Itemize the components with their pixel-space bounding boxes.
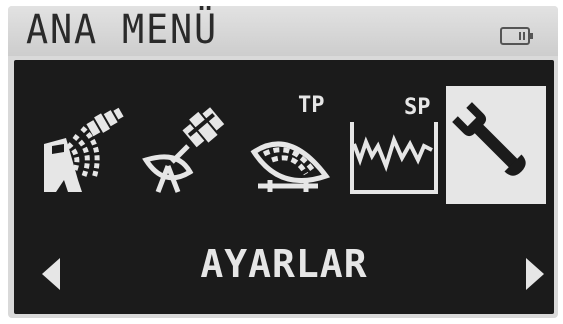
lcd-screen: ANA MENÜ TP SP AYARLAR (8, 6, 558, 318)
sp-badge-label: SP (404, 95, 431, 120)
wrench-icon (452, 102, 526, 176)
menu-item-satellite[interactable] (138, 88, 234, 200)
main-menu-panel: TP SP AYARLAR (14, 60, 554, 314)
menu-item-satellite-dish[interactable] (34, 88, 130, 200)
dish-tp-icon: TP (250, 93, 331, 192)
satellite-dish-icon (44, 107, 124, 192)
menu-item-transponder[interactable]: TP (240, 88, 336, 200)
battery-icon (500, 27, 533, 45)
menu-item-settings[interactable] (446, 86, 546, 204)
tp-badge-label: TP (298, 93, 325, 118)
arrow-right-icon[interactable] (524, 256, 546, 292)
spectrum-sp-icon: SP (350, 95, 438, 194)
menu-item-spectrum[interactable]: SP (346, 88, 442, 200)
satellite-icon (142, 107, 225, 193)
page-title: ANA MENÜ (26, 7, 218, 53)
selected-menu-label: AYARLAR (200, 242, 368, 286)
title-bar: ANA MENÜ (8, 6, 558, 56)
